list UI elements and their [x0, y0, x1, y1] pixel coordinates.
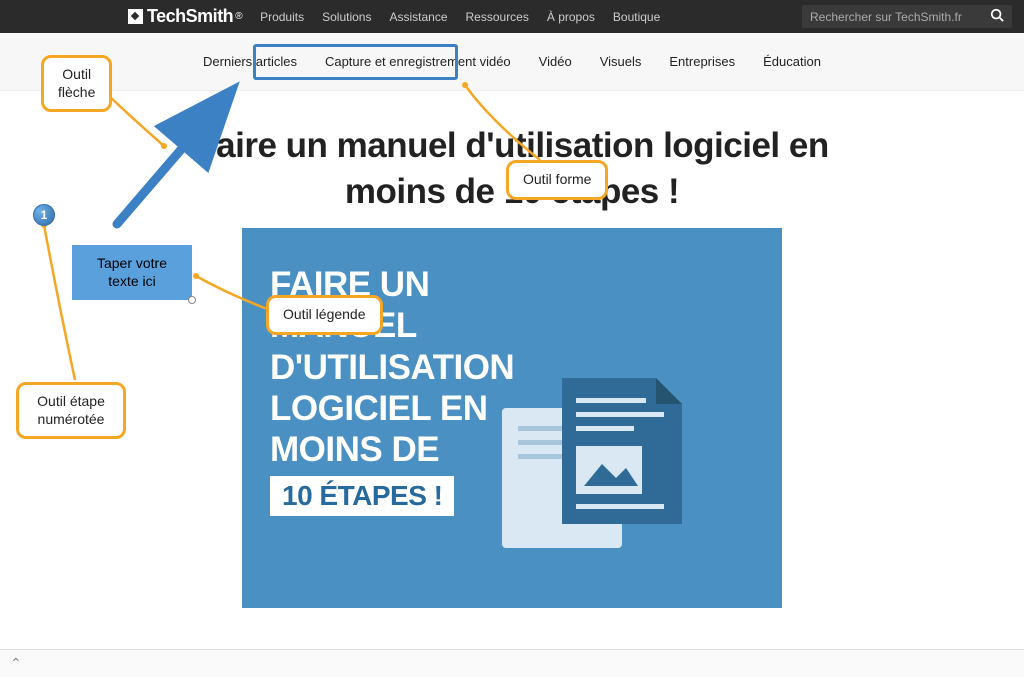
search-icon[interactable] [990, 8, 1004, 25]
resize-handle-icon[interactable] [188, 296, 196, 304]
callout-step-tool[interactable]: Outil étape numérotée [16, 382, 126, 439]
subnav-video[interactable]: Vidéo [539, 54, 572, 69]
subnav-education[interactable]: Éducation [763, 54, 821, 69]
callout-step-tool-label: Outil étape numérotée [37, 393, 105, 427]
nav-ressources[interactable]: Ressources [466, 10, 529, 24]
callout-arrow-tool[interactable]: Outilflèche [41, 55, 112, 112]
top-nav-bar: TechSmith® Produits Solutions Assistance… [0, 0, 1024, 33]
callout-legend-tool[interactable]: Outil légende [266, 295, 383, 335]
subnav-entreprises[interactable]: Entreprises [669, 54, 735, 69]
document-illustration-icon [492, 368, 692, 553]
annotation-step-number: 1 [41, 208, 48, 222]
brand-name: TechSmith [147, 6, 233, 27]
brand-logo-icon [128, 9, 143, 24]
search-placeholder: Rechercher sur TechSmith.fr [810, 10, 962, 24]
expand-caret-icon[interactable]: ⌃ [10, 655, 22, 672]
hero-highlight: 10 ÉTAPES ! [270, 476, 454, 516]
nav-assistance[interactable]: Assistance [389, 10, 447, 24]
browser-status-bar: ⌃ [0, 649, 1024, 677]
callout-arrow-tool-label: Outilflèche [58, 66, 95, 101]
brand-logo[interactable]: TechSmith® [128, 6, 242, 27]
annotation-shape-rectangle[interactable] [253, 44, 458, 80]
annotation-text-box[interactable]: Taper votre texte ici [72, 245, 192, 300]
nav-solutions[interactable]: Solutions [322, 10, 371, 24]
search-input[interactable]: Rechercher sur TechSmith.fr [802, 5, 1012, 28]
brand-suffix: ® [235, 11, 242, 22]
callout-shape-tool-label: Outil forme [523, 171, 591, 187]
top-nav-links: Produits Solutions Assistance Ressources… [260, 10, 660, 24]
callout-shape-tool[interactable]: Outil forme [506, 160, 608, 200]
hero-banner: FAIRE UN MANUEL D'UTILISATION LOGICIEL E… [242, 228, 782, 608]
nav-produits[interactable]: Produits [260, 10, 304, 24]
nav-apropos[interactable]: À propos [547, 10, 595, 24]
sub-nav-bar: Derniers articles Capture et enregistrem… [0, 33, 1024, 91]
callout-legend-tool-label: Outil légende [283, 306, 366, 322]
nav-boutique[interactable]: Boutique [613, 10, 660, 24]
annotation-step-badge[interactable]: 1 [33, 204, 55, 226]
subnav-visuels[interactable]: Visuels [600, 54, 642, 69]
annotation-text-placeholder: Taper votre texte ici [97, 255, 167, 289]
